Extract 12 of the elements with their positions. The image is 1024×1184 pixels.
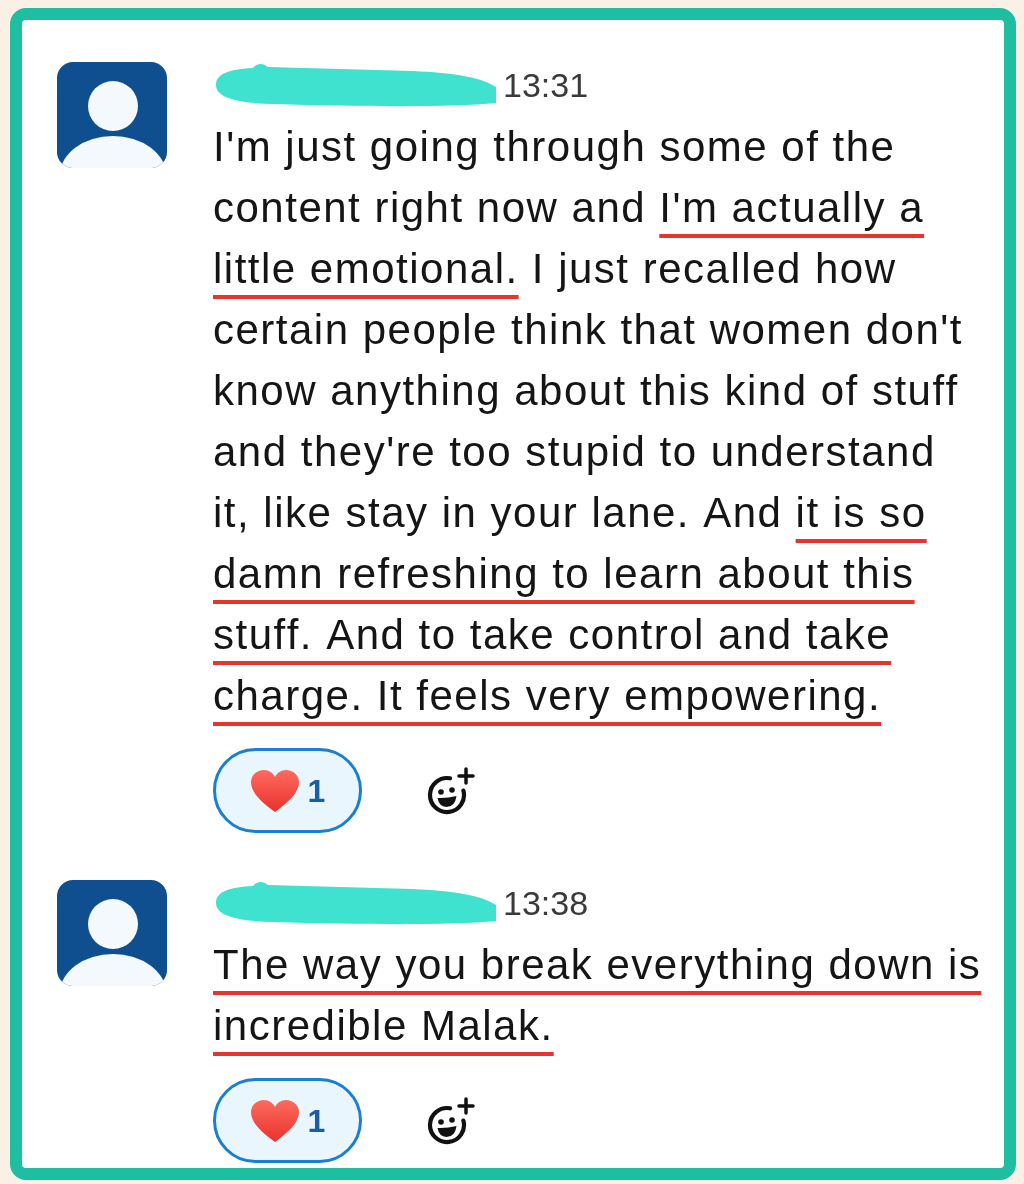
message-time: 13:38	[503, 886, 589, 920]
reaction-button[interactable]: 1	[213, 1078, 362, 1163]
add-reaction-icon[interactable]	[425, 1096, 475, 1145]
message-time: 13:31	[503, 68, 589, 102]
heart-icon	[249, 768, 300, 813]
person-avatar-icon	[57, 62, 167, 168]
reaction-button[interactable]: 1	[213, 748, 362, 833]
heart-icon	[249, 1098, 300, 1143]
message-text: I'm just going through some of the content right now and I'm actually a little emotional. I just recalled how certain people think that women don't know anything about this kind of stuff and they're too stupid to understand it, like stay in your lane. And it is so damn refreshing to learn about this stuff. And to take control and take charge. It feels very empowering.	[213, 122, 964, 721]
message-text: The way you break everything down is incredible Malak.	[213, 940, 983, 1051]
add-reaction-icon[interactable]	[425, 766, 475, 815]
person-avatar-icon	[57, 880, 167, 986]
